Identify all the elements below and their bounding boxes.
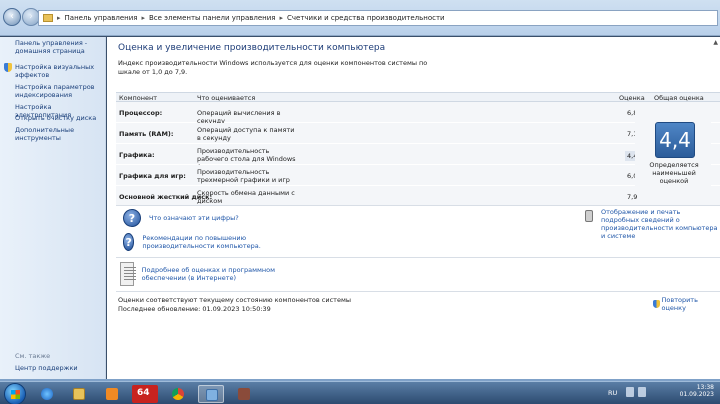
table-row: Основной жесткий диск: Скорость обмена д…	[116, 186, 720, 207]
chevron-right-icon[interactable]: ▸	[280, 14, 284, 22]
help-row-print: Отображение и печать подробных сведений …	[585, 208, 719, 240]
score-table: Компонент Что оценивается Оценка Общая о…	[116, 92, 720, 207]
sidebar-item-home[interactable]: Панель управления - домашняя страница	[15, 39, 103, 55]
taskbar-aida64[interactable]: 64	[132, 385, 158, 403]
row-name: Графика для игр:	[119, 172, 186, 180]
status-last-update: Последнее обновление: 01.09.2023 10:50:3…	[118, 305, 271, 313]
table-header: Компонент Что оценивается Оценка Общая о…	[116, 92, 720, 102]
table-row: Память (RAM): Операций доступа к памяти …	[116, 123, 720, 144]
clock-time: 13:38	[696, 384, 714, 391]
document-icon	[120, 262, 136, 286]
sidebar-item-tools[interactable]: Дополнительные инструменты	[15, 126, 103, 142]
header-what: Что оценивается	[197, 94, 256, 102]
row-what: Операций доступа к памяти в секунду	[197, 126, 295, 142]
sidebar-item-visual-effects[interactable]: Настройка визуальных эффектов	[15, 63, 103, 79]
what-numbers-link[interactable]: Что означают эти цифры?	[149, 214, 239, 222]
row-score: 7,9	[627, 193, 638, 201]
chevron-right-icon[interactable]: ▸	[141, 14, 145, 22]
more-details-link[interactable]: Подробнее об оценках и программном обесп…	[142, 266, 290, 282]
address-bar: ‹ › ▸ Панель управления ▸ Все элементы п…	[0, 0, 720, 36]
row-name: Графика:	[119, 151, 155, 159]
scroll-up-icon[interactable]: ▲	[713, 39, 718, 46]
overall-score-tile: 4,4	[655, 122, 695, 158]
language-indicator[interactable]: RU	[608, 389, 617, 397]
sidebar-item-action-center[interactable]: Центр поддержки	[15, 364, 78, 372]
folder-icon	[43, 14, 53, 22]
start-button[interactable]	[4, 383, 26, 404]
shield-icon	[653, 300, 660, 308]
help-icon: ?	[123, 233, 135, 251]
taskbar-ie[interactable]	[34, 385, 60, 403]
sidebar-item-indexing[interactable]: Настройка параметров индексирования	[15, 83, 103, 99]
chevron-right-icon[interactable]: ▸	[57, 14, 61, 22]
back-button[interactable]: ‹	[3, 8, 21, 26]
see-also-heading: См. также	[15, 352, 51, 360]
page-title: Оценка и увеличение производительности к…	[118, 43, 386, 53]
shield-icon	[4, 63, 12, 72]
rerun-assessment-link[interactable]: Повторить оценку	[653, 296, 720, 312]
tray-icons	[626, 387, 646, 397]
breadcrumb-item[interactable]: Счетчики и средства производительности	[287, 14, 445, 22]
recommendations-link[interactable]: Рекомендации по повышению производительн…	[142, 234, 273, 250]
header-overall: Общая оценка	[654, 94, 704, 102]
breadcrumb-item[interactable]: Панель управления	[65, 14, 138, 22]
app-icon	[238, 388, 250, 400]
internet-explorer-icon	[41, 388, 53, 400]
sidebar: Панель управления - домашняя страница На…	[0, 37, 106, 380]
help-row-recommendations: ? Рекомендации по повышению производител…	[123, 233, 273, 251]
control-panel-icon	[206, 389, 218, 401]
clock[interactable]: 13:38 01.09.2023	[680, 384, 714, 398]
row-what: Производительность трехмерной графики и …	[197, 168, 290, 184]
taskbar: 64 RU 13:38 01.09.2023	[0, 381, 720, 404]
chrome-icon	[172, 388, 184, 400]
table-row: Процессор: Операций вычисления в секунду…	[116, 102, 720, 125]
divider	[116, 205, 720, 206]
table-row: Графика: Производительность рабочего сто…	[116, 144, 720, 171]
printer-icon	[585, 210, 593, 222]
divider	[116, 291, 720, 292]
help-row-more: Подробнее об оценках и программном обесп…	[120, 262, 290, 286]
divider	[116, 257, 720, 258]
clock-date: 01.09.2023	[679, 391, 714, 398]
page-description: Индекс производительности Windows исполь…	[118, 59, 428, 76]
taskbar-app[interactable]	[231, 385, 257, 403]
row-name: Процессор:	[119, 109, 163, 117]
overall-score-panel: 4,4 Определяется наименьшей оценкой	[635, 103, 711, 193]
taskbar-explorer[interactable]	[66, 385, 92, 403]
print-details-link[interactable]: Отображение и печать подробных сведений …	[601, 208, 719, 240]
taskbar-media[interactable]	[99, 385, 125, 403]
status-current: Оценки соответствуют текущему состоянию …	[118, 296, 351, 304]
header-component: Компонент	[119, 94, 158, 102]
network-icon[interactable]	[626, 387, 634, 397]
row-name: Память (RAM):	[119, 130, 174, 138]
aida64-icon: 64	[137, 388, 150, 398]
folder-icon	[73, 388, 85, 400]
taskbar-chrome[interactable]	[165, 385, 191, 403]
breadcrumb[interactable]: ▸ Панель управления ▸ Все элементы панел…	[38, 10, 718, 26]
sidebar-item-disk-cleanup[interactable]: Открыть очистку диска	[15, 114, 103, 122]
taskbar-control-panel[interactable]	[198, 385, 224, 403]
help-row-numbers: ? Что означают эти цифры?	[123, 209, 239, 227]
main-pane: ▲ Оценка и увеличение производительности…	[107, 37, 720, 380]
media-player-icon	[106, 388, 118, 400]
breadcrumb-item[interactable]: Все элементы панели управления	[149, 14, 276, 22]
header-score: Оценка	[619, 94, 645, 102]
overall-score-label: Определяется наименьшей оценкой	[649, 161, 699, 185]
help-icon: ?	[123, 209, 141, 227]
row-what: Скорость обмена данными с диском	[197, 189, 295, 205]
table-row: Графика для игр: Производительность трех…	[116, 165, 720, 186]
volume-icon[interactable]	[638, 387, 646, 397]
rerun-label[interactable]: Повторить оценку	[662, 296, 720, 312]
